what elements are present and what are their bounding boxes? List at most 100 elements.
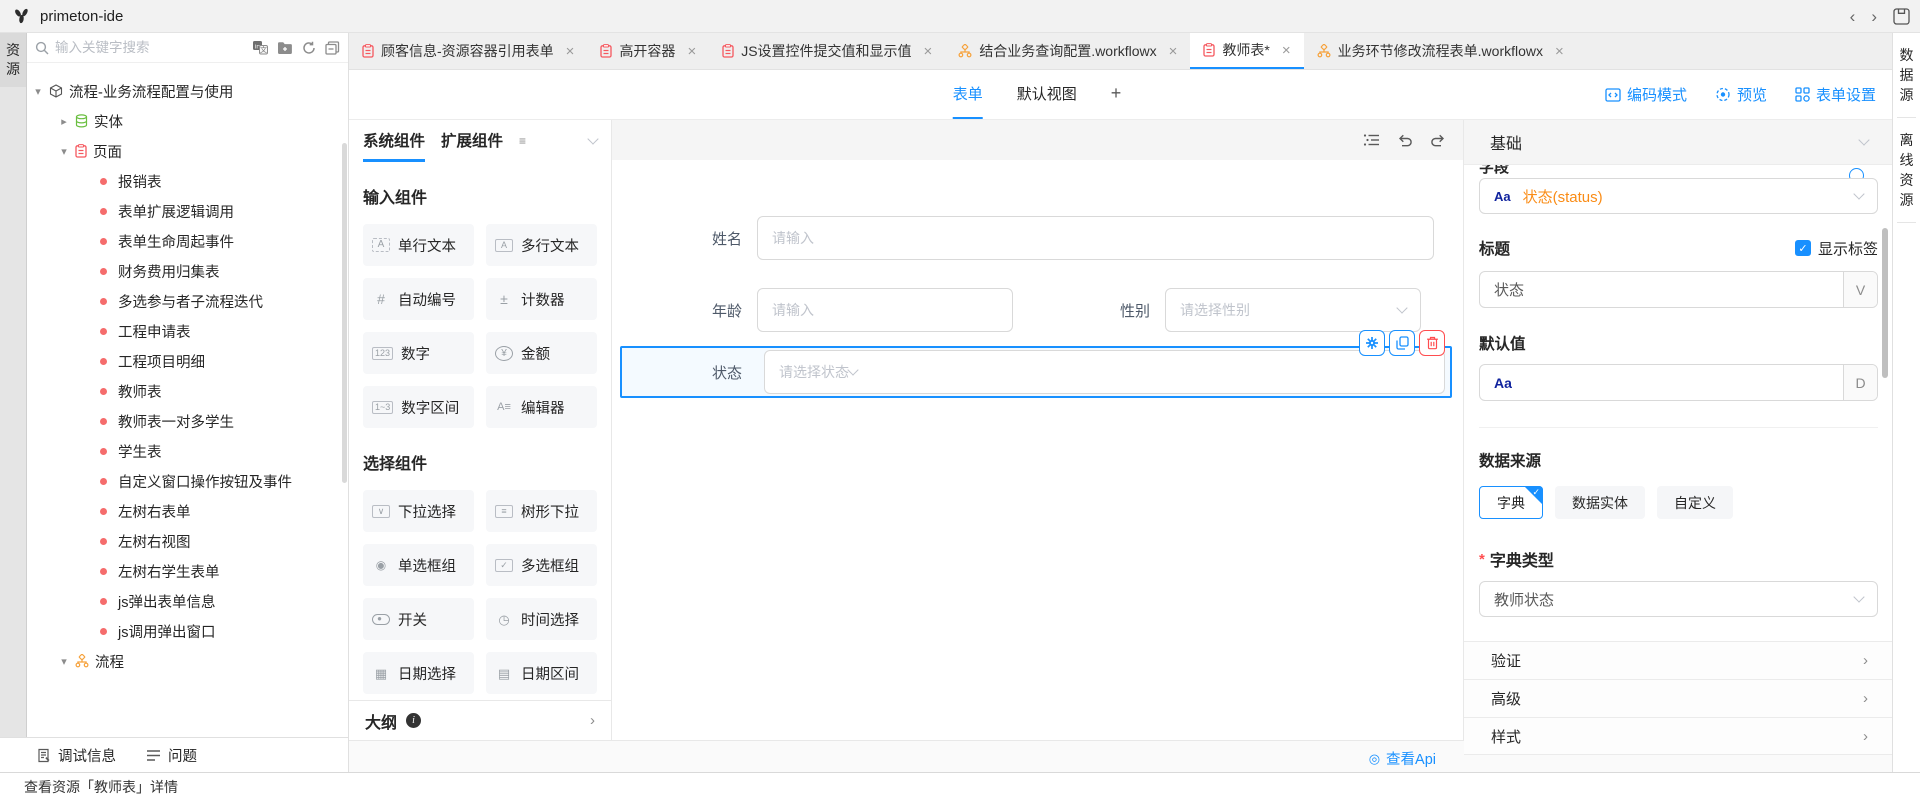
add-view-button[interactable]: + <box>1111 70 1122 119</box>
section-validation[interactable]: 验证 › <box>1464 641 1892 679</box>
title-variable-button[interactable]: V <box>1843 272 1877 307</box>
caret-down-icon[interactable]: ▾ <box>58 145 70 158</box>
nav-forward-icon[interactable]: › <box>1871 8 1877 25</box>
palette-item-currency[interactable]: ¥金额 <box>486 332 597 374</box>
gender-select-widget[interactable]: 请选择性别 <box>1165 288 1421 332</box>
locale-icon[interactable]: in文 <box>252 40 268 55</box>
outline-icon[interactable] <box>1363 133 1380 147</box>
editor-tab-active[interactable]: 教师表* × <box>1190 33 1303 69</box>
view-api-link[interactable]: ◎ 查看Api <box>1369 748 1436 769</box>
datasource-entity-button[interactable]: 数据实体 <box>1555 486 1645 519</box>
editor-tab[interactable]: 结合业务查询配置.workflowx × <box>945 33 1190 69</box>
properties-scrollbar[interactable] <box>1882 228 1888 378</box>
close-tab-icon[interactable]: × <box>924 44 933 59</box>
debug-info-button[interactable]: 调试信息 <box>36 745 116 766</box>
default-dynamic-button[interactable]: D <box>1843 365 1877 400</box>
widget-delete-button[interactable] <box>1419 330 1445 356</box>
datasource-dict-button[interactable]: 字典 ✓ <box>1479 486 1543 519</box>
tree-item-page[interactable]: 工程项目明细 <box>27 346 348 376</box>
properties-section-basic[interactable]: 基础 <box>1464 120 1892 165</box>
tree-item-page[interactable]: 表单扩展逻辑调用 <box>27 196 348 226</box>
rail-tab-datasource[interactable]: 数据源 <box>1893 33 1920 117</box>
tree-item-page[interactable]: 自定义窗口操作按钮及事件 <box>27 466 348 496</box>
rail-tab-resources[interactable]: 资源 <box>0 33 26 87</box>
tree-item-page[interactable]: 左树右学生表单 <box>27 556 348 586</box>
form-settings-button[interactable]: 表单设置 <box>1795 84 1876 105</box>
tree-item-page[interactable]: 报销表 <box>27 166 348 196</box>
tab-form[interactable]: 表单 <box>953 70 983 119</box>
tree-item-root[interactable]: ▾ 流程-业务流程配置与使用 <box>27 76 348 106</box>
tree-item-page[interactable]: 表单生命周起事件 <box>27 226 348 256</box>
tree-item-page[interactable]: 教师表 <box>27 376 348 406</box>
palette-item-single-line-text[interactable]: A单行文本 <box>363 224 474 266</box>
outline-section[interactable]: 大纲 i › <box>349 700 611 740</box>
name-input-widget[interactable]: 请输入 <box>757 216 1434 260</box>
tree-item-page[interactable]: 教师表一对多学生 <box>27 406 348 436</box>
palette-item-counter[interactable]: ±计数器 <box>486 278 597 320</box>
title-input[interactable]: 状态 <box>1480 272 1843 307</box>
tree-item-entity[interactable]: ▸ 实体 <box>27 106 348 136</box>
close-tab-icon[interactable]: × <box>1169 44 1178 59</box>
caret-down-icon[interactable]: ▾ <box>32 85 44 98</box>
close-tab-icon[interactable]: × <box>1282 43 1291 58</box>
palette-item-date-picker[interactable]: ▦日期选择 <box>363 652 474 694</box>
tree-item-page[interactable]: 左树右视图 <box>27 526 348 556</box>
tab-system-components[interactable]: 系统组件 <box>363 120 425 162</box>
palette-item-radio-group[interactable]: ◉单选框组 <box>363 544 474 586</box>
tree-item-process[interactable]: ▾ 流程 <box>27 646 348 676</box>
field-select[interactable]: Aa 状态(status) <box>1479 178 1878 214</box>
tree-item-pages[interactable]: ▾ 页面 <box>27 136 348 166</box>
editor-tab[interactable]: 高开容器 × <box>587 33 709 69</box>
palette-item-number-range[interactable]: 1~3数字区间 <box>363 386 474 428</box>
section-style[interactable]: 样式 › <box>1464 717 1892 755</box>
palette-item-number[interactable]: 123数字 <box>363 332 474 374</box>
tree-item-page[interactable]: 工程申请表 <box>27 316 348 346</box>
tree-item-page[interactable]: 财务费用归集表 <box>27 256 348 286</box>
undo-icon[interactable] <box>1397 133 1413 148</box>
nav-back-icon[interactable]: ‹ <box>1850 8 1856 25</box>
editor-tab[interactable]: JS设置控件提交值和显示值 × <box>709 33 945 69</box>
tree-item-page[interactable]: 学生表 <box>27 436 348 466</box>
palette-item-checkbox-group[interactable]: ✓多选框组 <box>486 544 597 586</box>
widget-settings-button[interactable] <box>1359 330 1385 356</box>
checkbox-checked-icon[interactable]: ✓ <box>1795 240 1811 256</box>
caret-right-icon[interactable]: ▸ <box>58 115 70 128</box>
tree-scrollbar[interactable] <box>342 143 347 483</box>
refresh-icon[interactable] <box>302 41 316 55</box>
tab-extension-components[interactable]: 扩展组件 <box>441 120 503 162</box>
datasource-custom-button[interactable]: 自定义 <box>1657 486 1733 519</box>
section-advanced[interactable]: 高级 › <box>1464 679 1892 717</box>
palette-item-multi-line-text[interactable]: A多行文本 <box>486 224 597 266</box>
palette-item-dropdown[interactable]: ∨下拉选择 <box>363 490 474 532</box>
redo-icon[interactable] <box>1430 133 1446 148</box>
rail-tab-offline-resources[interactable]: 离线资源 <box>1893 118 1920 222</box>
tab-default-view[interactable]: 默认视图 <box>1017 70 1077 119</box>
search-input[interactable] <box>55 40 246 55</box>
close-tab-icon[interactable]: × <box>687 44 696 59</box>
collapse-all-icon[interactable] <box>325 41 340 55</box>
close-tab-icon[interactable]: × <box>566 44 575 59</box>
palette-item-editor[interactable]: A≡编辑器 <box>486 386 597 428</box>
age-input-widget[interactable]: 请输入 <box>757 288 1013 332</box>
caret-down-icon[interactable]: ▾ <box>58 655 70 668</box>
palette-item-switch[interactable]: ●开关 <box>363 598 474 640</box>
collapse-palette-icon[interactable] <box>587 133 598 144</box>
palette-menu-icon[interactable]: ≡ <box>519 134 526 148</box>
preview-button[interactable]: 预览 <box>1715 84 1767 105</box>
tree-item-page[interactable]: 多选参与者子流程迭代 <box>27 286 348 316</box>
close-tab-icon[interactable]: × <box>1555 44 1564 59</box>
editor-tab[interactable]: 顾客信息-资源容器引用表单 × <box>349 33 587 69</box>
palette-item-auto-number[interactable]: #自动编号 <box>363 278 474 320</box>
default-value-input[interactable]: Aa <box>1480 365 1843 400</box>
tree-item-page[interactable]: js调用弹出窗口 <box>27 616 348 646</box>
show-label-toggle[interactable]: ✓ 显示标签 <box>1795 238 1878 259</box>
add-folder-icon[interactable] <box>277 41 293 55</box>
tree-item-page[interactable]: js弹出表单信息 <box>27 586 348 616</box>
save-layout-icon[interactable] <box>1893 8 1910 25</box>
status-select-widget[interactable]: 请选择状态 <box>764 350 1445 394</box>
palette-item-time-picker[interactable]: ◷时间选择 <box>486 598 597 640</box>
tree-item-page[interactable]: 左树右表单 <box>27 496 348 526</box>
palette-item-tree-dropdown[interactable]: ≡树形下拉 <box>486 490 597 532</box>
dict-type-select[interactable]: 教师状态 <box>1479 581 1878 617</box>
editor-tab[interactable]: 业务环节修改流程表单.workflowx × <box>1304 33 1577 69</box>
